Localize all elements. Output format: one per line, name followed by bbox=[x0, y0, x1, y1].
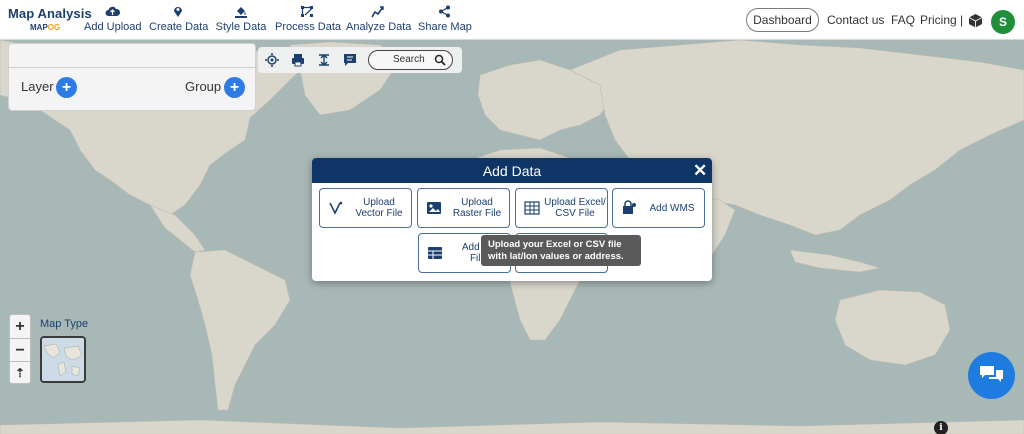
map-search-button[interactable]: Search bbox=[368, 50, 453, 70]
nav-share-map-label: Share Map bbox=[418, 21, 472, 33]
upload-excel-label: Upload Excel/CSV File bbox=[544, 197, 606, 219]
brand-logo[interactable]: Map Analysis MAPOG bbox=[8, 6, 92, 32]
modal-title: Add Data bbox=[482, 163, 542, 179]
brand-title: Map Analysis bbox=[8, 6, 92, 21]
tooltip-line-1: Upload your Excel or CSV file bbox=[488, 239, 622, 250]
faq-link[interactable]: FAQ bbox=[891, 13, 915, 27]
nav-add-upload[interactable]: Add Upload bbox=[84, 5, 142, 37]
top-navigation-bar: Map Analysis MAPOG Add Upload Create Dat… bbox=[0, 0, 1024, 40]
analyze-chart-icon bbox=[371, 6, 384, 18]
chat-bubble-icon bbox=[980, 366, 1003, 382]
nav-process-data-label: Process Data bbox=[275, 21, 342, 33]
layer-label: Layer bbox=[21, 79, 54, 94]
user-avatar[interactable]: S bbox=[991, 10, 1015, 34]
pricing-link[interactable]: Pricing | bbox=[920, 13, 963, 27]
add-wms-label: Add WMS bbox=[649, 203, 695, 214]
nav-add-upload-label: Add Upload bbox=[84, 21, 142, 33]
nav-analyze-data[interactable]: Analyze Data bbox=[346, 5, 412, 37]
measure-icon[interactable] bbox=[316, 52, 332, 68]
spreadsheet-icon bbox=[524, 201, 540, 215]
brand-wordmark: MAPOG bbox=[30, 23, 61, 32]
upload-vector-label: Upload Vector File bbox=[355, 197, 403, 219]
upload-excel-tooltip: Upload your Excel or CSV file with lat/l… bbox=[481, 235, 641, 266]
chat-button[interactable] bbox=[968, 352, 1015, 399]
nav-style-data-label: Style Data bbox=[215, 21, 267, 33]
add-wms-button[interactable]: Add WMS bbox=[612, 188, 705, 228]
nav-create-data[interactable]: Create Data bbox=[149, 5, 209, 37]
search-icon bbox=[434, 54, 446, 66]
vector-icon bbox=[329, 201, 343, 215]
nav-analyze-data-label: Analyze Data bbox=[346, 21, 412, 33]
nav-process-data[interactable]: Process Data bbox=[275, 5, 342, 37]
close-icon[interactable]: ✕ bbox=[693, 162, 707, 179]
panel-divider bbox=[9, 67, 255, 68]
comment-icon[interactable] bbox=[342, 52, 358, 68]
nav-create-data-label: Create Data bbox=[149, 21, 209, 33]
zoom-in-button[interactable]: + bbox=[10, 315, 30, 338]
upload-raster-file-button[interactable]: Upload Raster File bbox=[417, 188, 510, 228]
contact-us-link[interactable]: Contact us bbox=[827, 13, 884, 27]
map-type-label: Map Type bbox=[40, 318, 89, 330]
add-layer-button[interactable]: + bbox=[56, 77, 77, 98]
map-type-thumbnail[interactable] bbox=[40, 336, 86, 383]
paint-bucket-icon bbox=[235, 7, 247, 18]
search-label: Search bbox=[393, 54, 425, 65]
tooltip-line-2: with lat/lon values or address. bbox=[488, 251, 624, 262]
cube-icon[interactable] bbox=[968, 13, 983, 28]
nav-share-map[interactable]: Share Map bbox=[418, 5, 472, 37]
share-icon bbox=[438, 5, 450, 18]
raster-image-icon bbox=[427, 202, 441, 214]
locate-icon[interactable] bbox=[264, 52, 280, 68]
upload-raster-label: Upload Raster File bbox=[452, 197, 502, 219]
dashboard-button[interactable]: Dashboard bbox=[746, 8, 819, 32]
print-icon[interactable] bbox=[290, 52, 306, 68]
process-nodes-icon bbox=[300, 6, 313, 17]
add-group-button[interactable]: + bbox=[224, 77, 245, 98]
upload-vector-file-button[interactable]: Upload Vector File bbox=[319, 188, 412, 228]
zoom-controls: + − ⇡ bbox=[9, 314, 31, 384]
group-label: Group bbox=[185, 79, 222, 94]
reset-north-button[interactable]: ⇡ bbox=[10, 361, 30, 384]
map-pin-icon bbox=[174, 7, 182, 17]
zoom-out-button[interactable]: − bbox=[10, 338, 30, 361]
cloud-upload-icon bbox=[105, 6, 120, 16]
upload-excel-csv-button[interactable]: Upload Excel/CSV File bbox=[515, 188, 608, 228]
map-thumbnail-icon bbox=[42, 338, 84, 381]
layer-panel: Layer + Group + bbox=[8, 43, 256, 111]
table-icon bbox=[428, 247, 442, 259]
modal-header: Add Data ✕ bbox=[312, 158, 712, 183]
wms-lock-icon bbox=[623, 200, 636, 214]
map-toolbar: Search bbox=[258, 47, 462, 73]
nav-style-data[interactable]: Style Data bbox=[215, 5, 267, 37]
info-icon[interactable]: i bbox=[934, 421, 948, 434]
